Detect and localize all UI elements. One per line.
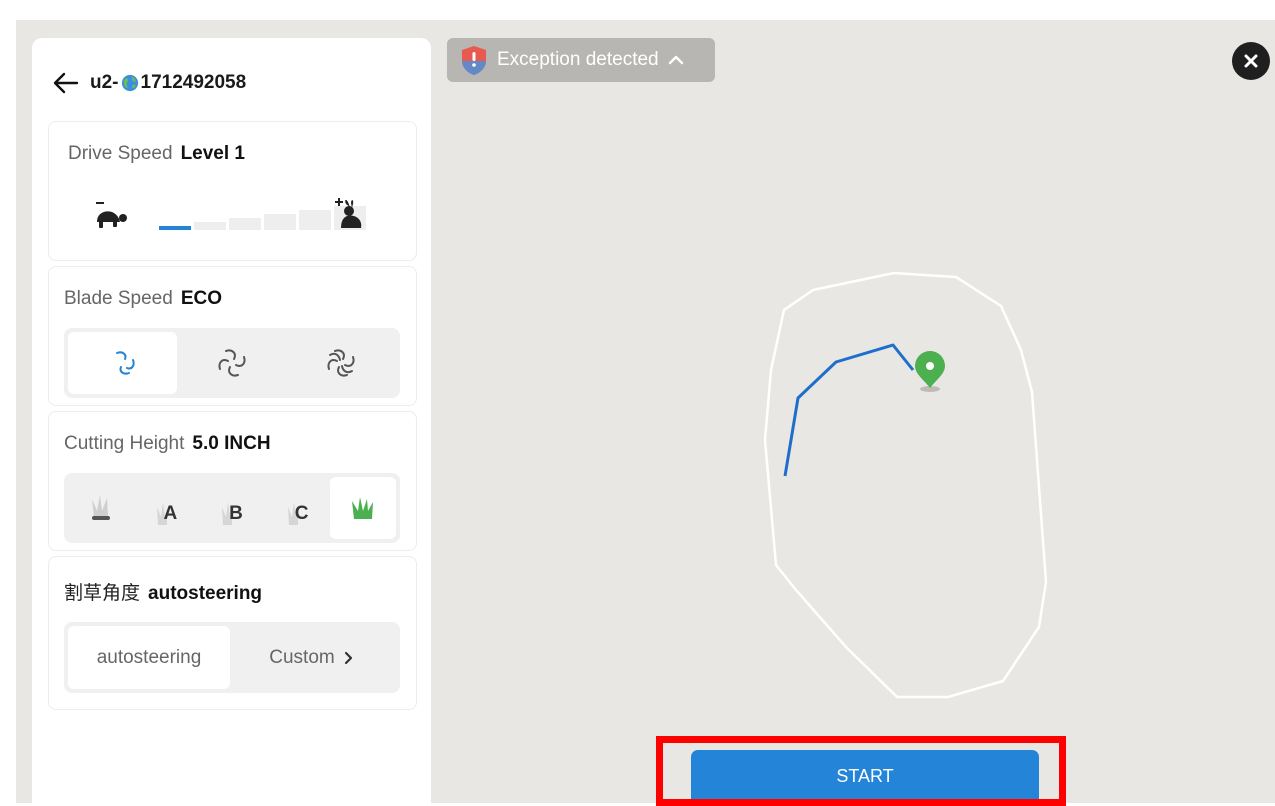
grass-short-icon	[91, 495, 110, 520]
close-button[interactable]	[1232, 42, 1270, 80]
mowing-path	[783, 343, 915, 477]
cut-angle-auto-label: autosteering	[96, 646, 202, 668]
start-button[interactable]: START	[691, 750, 1039, 803]
speed-segment-2	[194, 222, 226, 230]
cutting-height-b-option[interactable]: B	[199, 477, 265, 539]
exception-banner[interactable]: Exception detected	[447, 38, 715, 82]
drive-speed-value: Level 1	[180, 143, 245, 164]
cut-angle-selector: autosteering Custom	[64, 622, 400, 693]
device-name-prefix: u2-	[90, 72, 119, 93]
cutting-height-heading: Cutting Height 5.0 INCH	[64, 433, 271, 455]
blade-speed-medium-option[interactable]	[177, 332, 286, 394]
cutting-height-selector: A B C	[64, 473, 400, 543]
blade-speed-eco-option[interactable]	[68, 332, 178, 394]
drive-speed-heading: Drive Speed Level 1	[68, 143, 245, 165]
blade-speed-label: Blade Speed	[64, 288, 173, 309]
blade-medium-icon	[218, 349, 246, 377]
cut-angle-custom-option[interactable]: Custom	[230, 626, 396, 689]
back-arrow-icon[interactable]	[52, 69, 80, 97]
rabbit-fast-icon[interactable]	[332, 196, 368, 232]
cutting-height-c-option[interactable]: C	[265, 477, 331, 539]
cutting-height-a-label: A	[163, 503, 178, 524]
device-name: u2- 1712492058	[90, 72, 246, 94]
cutting-height-c-label: C	[294, 503, 309, 524]
blade-speed-value: ECO	[180, 288, 223, 309]
panel-header: u2- 1712492058	[52, 68, 246, 98]
blade-speed-heading: Blade Speed ECO	[64, 288, 222, 310]
globe-icon	[121, 74, 138, 92]
blade-speed-card: Blade Speed ECO	[48, 266, 417, 406]
cut-angle-value: autosteering	[148, 583, 263, 604]
close-icon	[1244, 54, 1258, 68]
cutting-height-max-option[interactable]	[330, 477, 396, 539]
cutting-height-a-option[interactable]: A	[134, 477, 200, 539]
cut-angle-label: 割草角度	[64, 583, 141, 604]
blade-speed-selector	[64, 328, 400, 398]
cutting-height-value: 5.0 INCH	[192, 433, 271, 454]
chevron-right-icon	[344, 651, 352, 664]
blade-high-icon	[327, 349, 355, 377]
mower-location-pin	[915, 351, 945, 392]
blade-low-icon	[115, 351, 135, 375]
settings-panel: u2- 1712492058 Drive Speed Level 1 Blade…	[32, 38, 431, 803]
cutting-height-b-label: B	[229, 503, 243, 524]
cutting-height-card: Cutting Height 5.0 INCH A B C	[48, 411, 417, 551]
cutting-height-label: Cutting Height	[64, 433, 185, 454]
cut-angle-custom-label: Custom	[269, 646, 335, 668]
grass-tall-icon	[352, 497, 374, 519]
warning-shield-icon	[462, 46, 486, 75]
chevron-up-icon	[668, 55, 683, 65]
drive-speed-label: Drive Speed	[68, 143, 173, 164]
cut-angle-auto-option[interactable]: autosteering	[68, 626, 230, 689]
mowing-zone-boundary	[763, 271, 1048, 699]
drive-speed-card: Drive Speed Level 1	[48, 121, 417, 261]
exception-text: Exception detected	[497, 49, 659, 70]
turtle-slow-icon[interactable]	[93, 200, 129, 232]
speed-segment-4	[264, 214, 296, 230]
cut-angle-heading: 割草角度 autosteering	[64, 578, 262, 605]
speed-segment-3	[229, 218, 261, 230]
speed-segment-5	[299, 210, 331, 230]
cutting-height-min-option[interactable]	[68, 477, 134, 539]
device-name-id: 1712492058	[140, 72, 247, 93]
blade-speed-high-option[interactable]	[287, 332, 396, 394]
cut-angle-card: 割草角度 autosteering autosteering Custom	[48, 556, 417, 710]
speed-segment-1	[159, 226, 191, 230]
